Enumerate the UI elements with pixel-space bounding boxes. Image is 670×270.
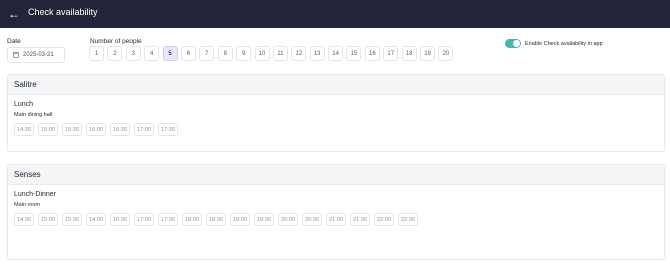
section-salitre: Salitre Lunch Main dining hall 14:30 15:0… [7, 74, 665, 152]
people-option-2[interactable]: 2 [107, 46, 123, 61]
time-slot-button[interactable]: 15:00 [38, 213, 58, 226]
time-slot-button[interactable]: 19:00 [230, 213, 250, 226]
meal-name: Lunch-Dinner [14, 191, 57, 198]
people-option-9[interactable]: 9 [236, 46, 252, 61]
time-slot-button[interactable]: 18:00 [182, 213, 202, 226]
date-value: 2025-03-21 [23, 52, 54, 58]
people-option-4[interactable]: 4 [144, 46, 160, 61]
top-bar: ← Check availability [0, 0, 670, 28]
people-option-20[interactable]: 20 [438, 46, 454, 61]
time-slots: 14:30 15:00 15:30 14:00 16:30 17:00 17:30 18:00… [14, 213, 654, 232]
people-option-11[interactable]: 11 [272, 46, 288, 61]
time-slot-button[interactable]: 15:00 [38, 123, 58, 136]
time-slot-button[interactable]: 22:00 [374, 213, 394, 226]
people-option-13[interactable]: 13 [309, 46, 325, 61]
time-slot-button[interactable]: 16:00 [86, 123, 106, 136]
section-title: Salitre [8, 75, 664, 95]
room-name: Main dining hall [14, 112, 53, 118]
section-senses: Senses Lunch-Dinner Main room 14:30 15:00… [7, 164, 665, 260]
time-slot-button[interactable]: 18:30 [206, 213, 226, 226]
people-option-15[interactable]: 15 [346, 46, 362, 61]
availability-toggle-row: Enable Check availability in app [505, 39, 603, 48]
time-slot-button[interactable]: 17:00 [134, 123, 154, 136]
room-name: Main room [14, 202, 40, 208]
time-slot-button[interactable]: 15:30 [62, 123, 82, 136]
time-slot-button[interactable]: 14:30 [14, 123, 34, 136]
people-option-1[interactable]: 1 [89, 46, 104, 61]
meal-name: Lunch [14, 101, 34, 108]
people-option-6[interactable]: 6 [180, 46, 196, 61]
time-slot-button[interactable]: 17:00 [134, 213, 154, 226]
date-label: Date [7, 38, 21, 45]
page-title: Check availability [28, 7, 98, 17]
time-slots: 14:30 15:00 15:30 16:00 16:30 17:00 17:30 [14, 123, 654, 142]
calendar-icon [13, 52, 19, 58]
time-slot-button[interactable]: 22:30 [398, 213, 418, 226]
time-slot-button[interactable]: 15:30 [62, 213, 82, 226]
people-option-12[interactable]: 12 [291, 46, 307, 61]
time-slot-button[interactable]: 21:00 [326, 213, 346, 226]
availability-toggle-label: Enable Check availability in app [525, 40, 603, 47]
availability-toggle[interactable] [505, 39, 521, 48]
date-field[interactable]: 2025-03-21 [7, 47, 65, 63]
time-slot-button[interactable]: 20:00 [278, 213, 298, 226]
time-slot-button[interactable]: 14:30 [14, 213, 34, 226]
people-option-8[interactable]: 8 [217, 46, 233, 61]
toggle-knob [513, 40, 520, 47]
people-label: Number of people [90, 38, 142, 45]
people-option-17[interactable]: 17 [383, 46, 399, 61]
time-slot-button[interactable]: 14:00 [86, 213, 106, 226]
time-slot-button[interactable]: 17:30 [158, 213, 178, 226]
people-selector: 1 2 3 4 5 6 7 8 9 10 11 12 13 14 15 16 17 18 19 20 [89, 46, 457, 61]
time-slot-button[interactable]: 20:30 [302, 213, 322, 226]
time-slot-button[interactable]: 17:30 [158, 123, 178, 136]
time-slot-button[interactable]: 16:30 [110, 213, 130, 226]
people-option-18[interactable]: 18 [401, 46, 417, 61]
people-option-16[interactable]: 16 [364, 46, 380, 61]
arrow-left-icon[interactable]: ← [6, 6, 22, 22]
time-slot-button[interactable]: 16:30 [110, 123, 130, 136]
people-option-7[interactable]: 7 [199, 46, 215, 61]
people-option-3[interactable]: 3 [125, 46, 141, 61]
people-option-19[interactable]: 19 [420, 46, 436, 61]
people-option-10[interactable]: 10 [254, 46, 270, 61]
section-title: Senses [8, 165, 664, 185]
people-option-5[interactable]: 5 [162, 46, 178, 61]
time-slot-button[interactable]: 21:30 [350, 213, 370, 226]
time-slot-button[interactable]: 19:30 [254, 213, 274, 226]
people-option-14[interactable]: 14 [328, 46, 344, 61]
